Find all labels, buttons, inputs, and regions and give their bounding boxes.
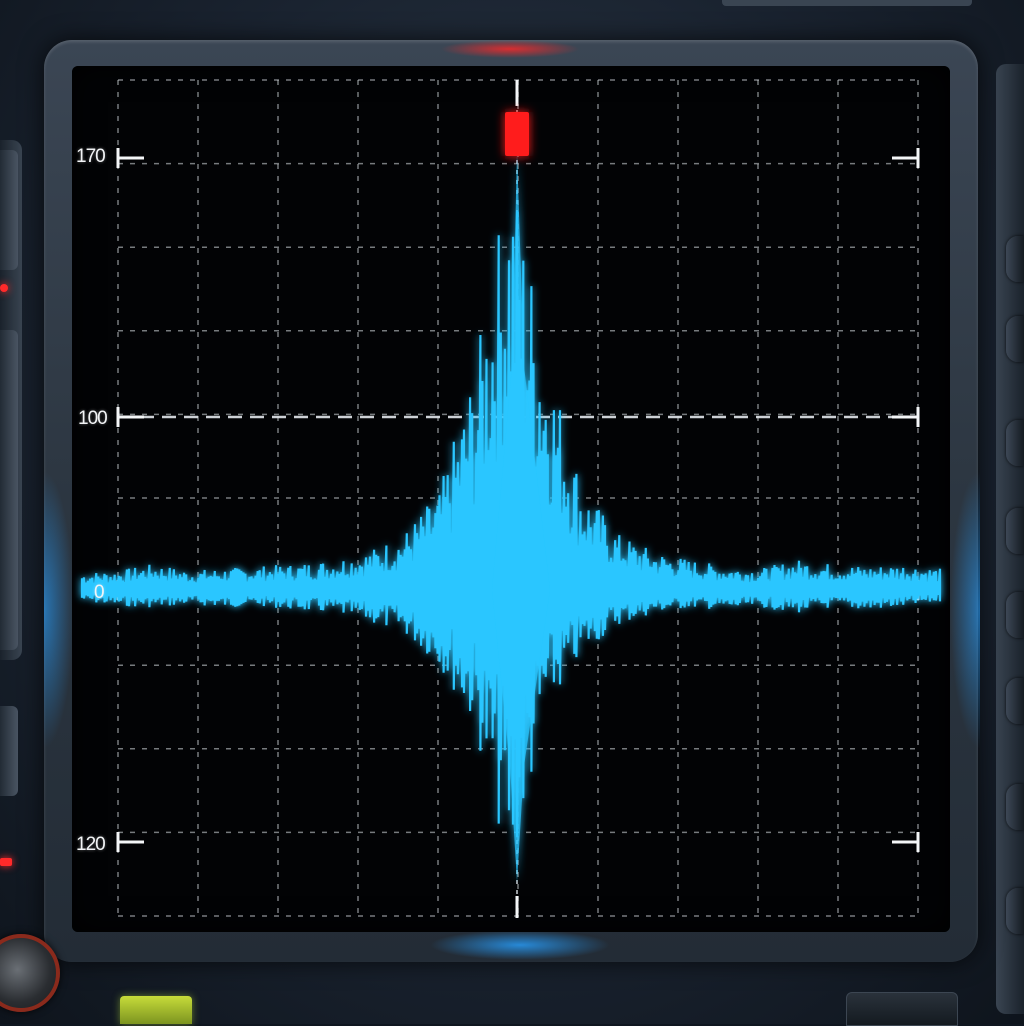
y-tick-label-zero: 0 bbox=[94, 582, 105, 603]
left-red-indicator-1 bbox=[0, 284, 8, 292]
waveform-trace bbox=[80, 152, 942, 882]
bezel-blue-glow-right bbox=[950, 470, 980, 750]
peak-marker bbox=[505, 112, 529, 156]
right-side-button-3[interactable] bbox=[1006, 420, 1024, 466]
bezel-blue-glow-left bbox=[44, 470, 74, 750]
oscilloscope-device: 170 100 0 120 bbox=[0, 0, 1024, 1026]
right-side-button-7[interactable] bbox=[1006, 784, 1024, 830]
y-tick-label-top: 170 bbox=[76, 146, 106, 167]
right-side-button-5[interactable] bbox=[1006, 592, 1024, 638]
right-side-button-2[interactable] bbox=[1006, 316, 1024, 362]
right-side-button-1[interactable] bbox=[1006, 236, 1024, 282]
waveform-peak-core bbox=[492, 152, 550, 882]
left-side-button-2[interactable] bbox=[0, 330, 18, 650]
left-side-button-3[interactable] bbox=[0, 706, 18, 796]
y-tick-label-upper-mid: 100 bbox=[78, 408, 108, 429]
green-function-button[interactable] bbox=[120, 996, 192, 1024]
oscilloscope-screen bbox=[72, 66, 950, 932]
top-slot bbox=[722, 0, 972, 6]
bezel-red-glow bbox=[440, 40, 580, 58]
waveform-plot bbox=[80, 79, 942, 918]
right-side-button-8[interactable] bbox=[1006, 888, 1024, 934]
bezel-blue-glow-bottom bbox=[430, 930, 610, 960]
left-side-button-1[interactable] bbox=[0, 150, 18, 270]
right-side-button-6[interactable] bbox=[1006, 678, 1024, 724]
left-red-indicator-2 bbox=[0, 858, 12, 866]
y-tick-label-bottom: 120 bbox=[76, 834, 106, 855]
right-side-button-4[interactable] bbox=[1006, 508, 1024, 554]
bottom-right-button[interactable] bbox=[846, 992, 958, 1026]
